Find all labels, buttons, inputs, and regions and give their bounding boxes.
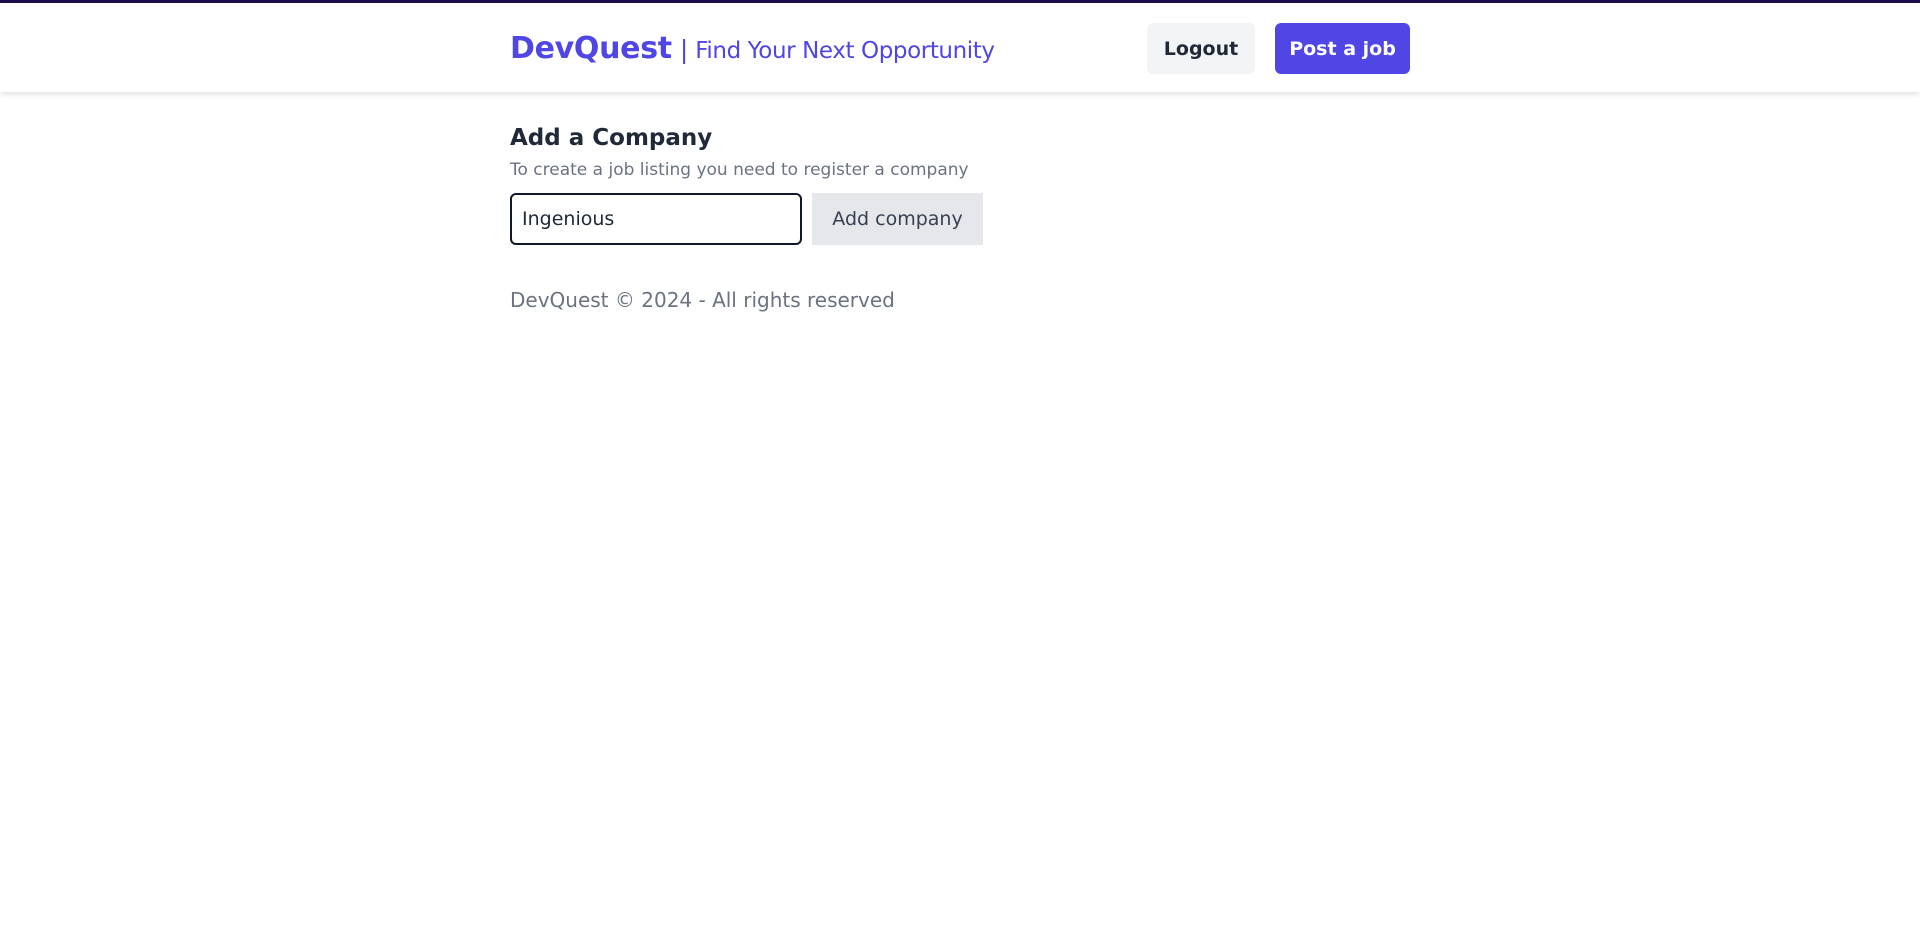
- brand-tagline: Find Your Next Opportunity: [695, 38, 995, 64]
- add-company-button[interactable]: Add company: [812, 193, 983, 245]
- company-name-input[interactable]: [510, 193, 802, 245]
- brand[interactable]: DevQuest | Find Your Next Opportunity: [510, 31, 995, 66]
- page-title: Add a Company: [510, 125, 713, 151]
- brand-separator: |: [679, 35, 689, 64]
- logout-button[interactable]: Logout: [1147, 23, 1255, 74]
- brand-name[interactable]: DevQuest: [510, 31, 672, 66]
- post-job-button[interactable]: Post a job: [1275, 23, 1410, 74]
- page-subtitle: To create a job listing you need to regi…: [510, 160, 969, 180]
- site-header: DevQuest | Find Your Next Opportunity Lo…: [0, 3, 1920, 92]
- footer-text: DevQuest © 2024 - All rights reserved: [510, 288, 895, 312]
